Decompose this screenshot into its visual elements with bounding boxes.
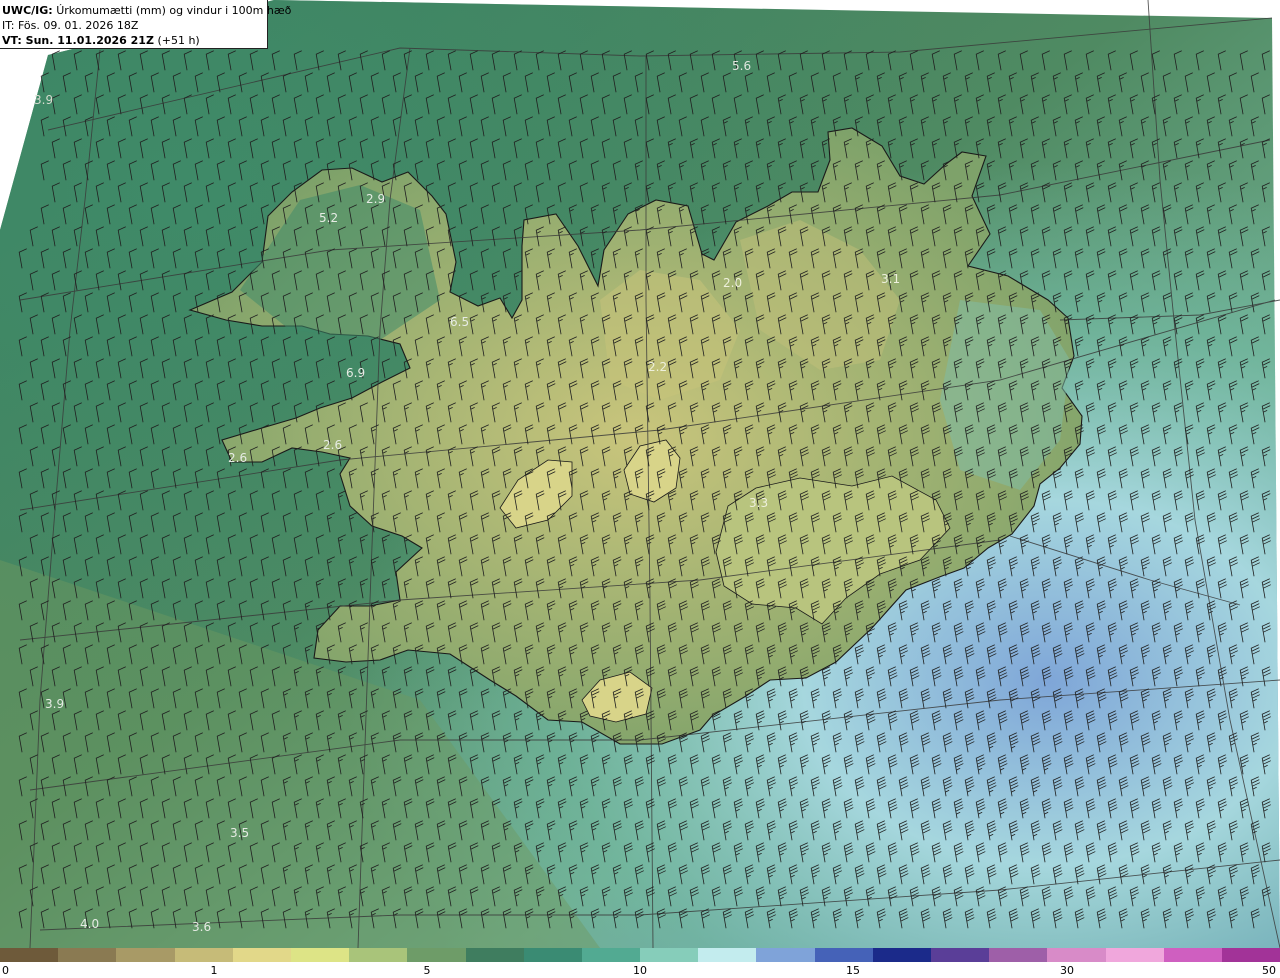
precip-label: 2.2 (648, 360, 667, 374)
colorbar-segment (1105, 948, 1164, 962)
precip-label: 3.3 (749, 496, 768, 510)
colorbar-tick-label: 15 (846, 964, 860, 977)
colorbar-segment (814, 948, 873, 962)
colorbar-segment (931, 948, 990, 962)
precip-label: 2.6 (228, 451, 247, 465)
colorbar-segment (523, 948, 582, 962)
precip-label: 3.9 (45, 697, 64, 711)
colorbar-segment (116, 948, 175, 962)
title-line: UWC/IG: Úrkomumætti (mm) og vindur i 100… (2, 3, 291, 18)
colorbar-ticks: 0 1 5 10 15 30 50 (0, 962, 1280, 978)
map-title-box: UWC/IG: Úrkomumætti (mm) og vindur i 100… (0, 0, 291, 49)
colorbar-segment (1047, 948, 1106, 962)
colorbar-tick-label: 5 (423, 964, 431, 977)
colorbar-segment (349, 948, 408, 962)
colorbar-tick-label: 10 (633, 964, 647, 977)
precip-label: 2.9 (366, 192, 385, 206)
initial-time: IT: Fös. 09. 01. 2026 18Z (2, 19, 139, 32)
precip-label: 6.9 (346, 366, 365, 380)
precip-label: 3.6 (192, 920, 211, 934)
precip-label: 6.5 (450, 315, 469, 329)
forecast-offset: (+51 h) (157, 34, 200, 47)
colorbar-segment (465, 948, 524, 962)
colorbar-segment (407, 948, 466, 962)
field-description: Úrkomumætti (mm) og vindur i 100m hæð (56, 4, 292, 17)
precip-label: 2.6 (323, 438, 342, 452)
colorbar-tick-label: 0 (2, 964, 9, 977)
colorbar-tick-label: 50 (1262, 964, 1276, 977)
precip-label: 3.1 (881, 272, 900, 286)
colorbar-segment (872, 948, 931, 962)
colorbar-tick-label: 30 (1060, 964, 1074, 977)
colorbar-tick-label: 1 (210, 964, 218, 977)
colorbar-segment (0, 948, 59, 962)
precip-colorbar (0, 948, 1280, 962)
colorbar-segment (640, 948, 699, 962)
valid-time: VT: Sun. 11.01.2026 21Z (2, 34, 154, 47)
forecast-map: 3.9 5.6 5.2 2.9 6.5 6.9 2.6 2.6 2.2 2.0 … (0, 0, 1280, 948)
precip-label: 4.0 (80, 917, 99, 931)
colorbar-segment (232, 948, 291, 962)
colorbar-segment (698, 948, 757, 962)
colorbar-segment (756, 948, 815, 962)
colorbar-segment (989, 948, 1048, 962)
valid-time-line: VT: Sun. 11.01.2026 21Z (+51 h) (2, 33, 264, 48)
model-name: UWC/IG: (2, 4, 53, 17)
colorbar-segment (290, 948, 350, 962)
precip-label: 5.2 (319, 211, 338, 225)
colorbar-segment (581, 948, 641, 962)
colorbar-segment (174, 948, 233, 962)
precip-label: 2.0 (723, 276, 742, 290)
precip-label: 3.9 (34, 93, 53, 107)
colorbar-segment (58, 948, 117, 962)
precip-label: 3.5 (230, 826, 249, 840)
colorbar-segment (1163, 948, 1222, 962)
precip-label: 5.6 (732, 59, 751, 73)
colorbar-segment (1221, 948, 1280, 962)
